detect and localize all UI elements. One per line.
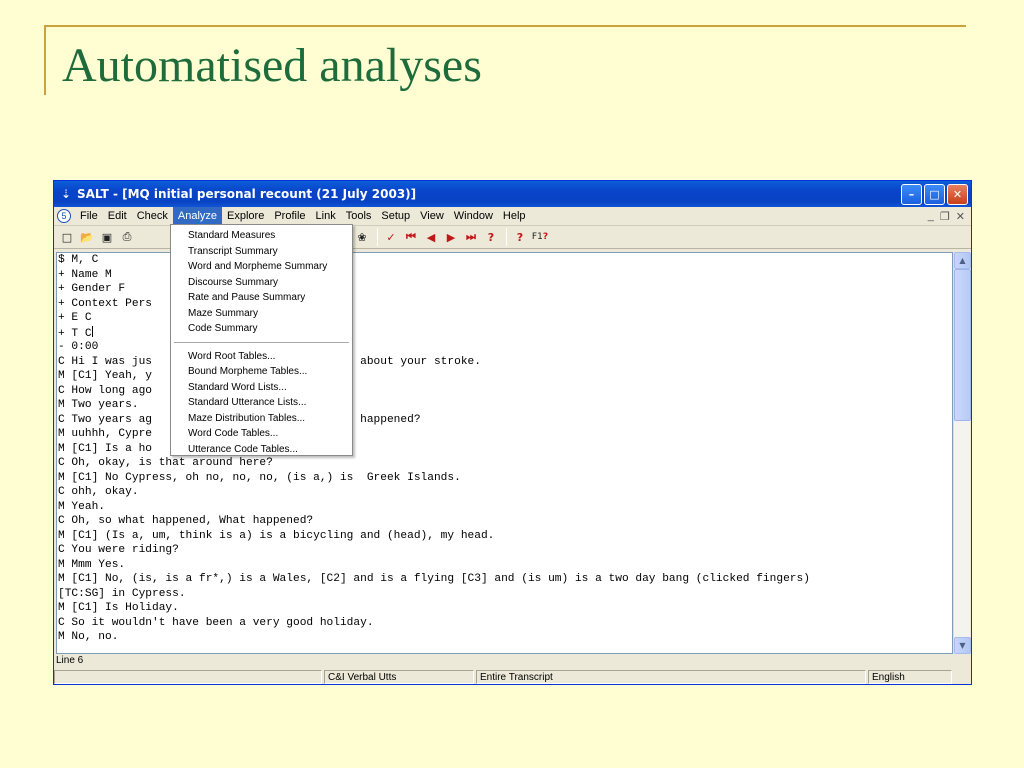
analyze-dropdown-menu: Standard Measures Transcript Summary Wor…: [170, 224, 353, 456]
menu-check[interactable]: Check: [132, 207, 173, 225]
transcript-line: M [C1] Is Holiday.: [58, 602, 179, 614]
slide-title: Automatised analyses: [62, 39, 482, 92]
transcript-line: M [C1] No, (is, is a fr*,) is a Wales, […: [58, 573, 810, 585]
scroll-up-icon[interactable]: ▲: [954, 252, 971, 269]
vertical-scrollbar[interactable]: ▲ ▼: [953, 252, 971, 654]
menu-item-word-root-tables[interactable]: Word Root Tables...: [171, 349, 352, 365]
line-status: Line 6: [56, 655, 84, 666]
window-title: SALT - [MQ initial personal recount (21 …: [77, 187, 417, 201]
menu-item-discourse-summary[interactable]: Discourse Summary: [171, 275, 352, 291]
close-button[interactable]: ✕: [947, 183, 968, 205]
menu-window[interactable]: Window: [449, 207, 498, 225]
status-cell-empty: [54, 670, 322, 684]
slide-left-rule: [44, 25, 46, 95]
text-caret: [91, 325, 93, 337]
menu-edit[interactable]: Edit: [103, 207, 132, 225]
status-bar: C&I Verbal Utts Entire Transcript Englis…: [54, 669, 971, 684]
menu-item-maze-summary[interactable]: Maze Summary: [171, 306, 352, 322]
menu-view[interactable]: View: [415, 207, 449, 225]
menu-separator: [174, 341, 349, 343]
menu-item-bound-morpheme-tables[interactable]: Bound Morpheme Tables...: [171, 364, 352, 380]
first-error-icon[interactable]: ⏮: [402, 228, 420, 246]
menu-profile[interactable]: Profile: [269, 207, 310, 225]
transcript-line: M Yeah.: [58, 500, 105, 513]
mdi-minimize-icon[interactable]: _: [928, 210, 934, 223]
context-help-icon[interactable]: F1?: [531, 228, 549, 246]
transcript-line: M [C1] (Is a, um, think is a) is a bicyc…: [58, 529, 495, 542]
menu-file[interactable]: File: [75, 207, 103, 225]
menu-setup[interactable]: Setup: [376, 207, 415, 225]
transcript-line: C Oh, okay, is that around here?: [58, 457, 273, 469]
menu-help[interactable]: Help: [498, 207, 531, 225]
menu-explore[interactable]: Explore: [222, 207, 269, 225]
last-error-icon[interactable]: ⏭: [462, 228, 480, 246]
scroll-down-icon[interactable]: ▼: [954, 637, 971, 654]
title-bar[interactable]: ⇣ SALT - [MQ initial personal recount (2…: [54, 181, 971, 207]
scroll-thumb[interactable]: [954, 269, 971, 421]
maximize-button[interactable]: □: [924, 183, 945, 205]
menu-item-rate-pause-summary[interactable]: Rate and Pause Summary: [171, 290, 352, 306]
check-icon[interactable]: ✓: [382, 228, 400, 246]
menu-item-word-morpheme-summary[interactable]: Word and Morpheme Summary: [171, 259, 352, 275]
transcript-line: C Oh, so what happened, What happened?: [58, 515, 314, 527]
transcript-line: [TC:SG] in Cypress.: [58, 587, 186, 600]
menu-item-code-summary[interactable]: Code Summary: [171, 321, 352, 337]
new-file-icon[interactable]: □: [58, 228, 76, 246]
next-error-icon[interactable]: ▶: [442, 228, 460, 246]
save-icon[interactable]: ▣: [98, 228, 116, 246]
transcript-line: M Mmm Yes.: [58, 558, 126, 571]
mdi-restore-icon[interactable]: ❐: [940, 210, 950, 223]
help-error-icon[interactable]: ?: [482, 228, 500, 246]
document-icon[interactable]: 5: [57, 209, 71, 223]
salt-app-icon[interactable]: ⇣: [59, 187, 73, 201]
transcript-line: M No, no.: [58, 631, 119, 643]
mdi-close-icon[interactable]: ✕: [956, 210, 965, 223]
help-icon[interactable]: ?: [511, 228, 529, 246]
menu-item-standard-measures[interactable]: Standard Measures: [171, 228, 352, 244]
status-utt-type: C&I Verbal Utts: [324, 670, 474, 684]
status-scope: Entire Transcript: [476, 670, 866, 684]
transcript-line-text: + T C: [58, 327, 92, 340]
menu-tools[interactable]: Tools: [341, 207, 377, 225]
bug-icon[interactable]: ❀: [353, 228, 371, 246]
slide-top-rule: [44, 25, 966, 27]
menu-item-word-code-tables[interactable]: Word Code Tables...: [171, 426, 352, 442]
prev-error-icon[interactable]: ◀: [422, 228, 440, 246]
minimize-button[interactable]: –: [901, 183, 922, 205]
transcript-line: C So it wouldn't have been a very good h…: [58, 616, 374, 629]
status-language: English: [868, 670, 952, 684]
menu-item-transcript-summary[interactable]: Transcript Summary: [171, 244, 352, 260]
open-folder-icon[interactable]: 📂: [78, 228, 96, 246]
menu-item-standard-utterance-lists[interactable]: Standard Utterance Lists...: [171, 395, 352, 411]
menu-item-utterance-code-tables[interactable]: Utterance Code Tables...: [171, 442, 352, 458]
transcript-line: C You were riding?: [58, 544, 179, 556]
transcript-line: M [C1] No Cypress, oh no, no, no, (is a,…: [58, 471, 461, 484]
transcript-line: C ohh, okay.: [58, 486, 139, 498]
print-icon[interactable]: ⎙: [118, 228, 136, 246]
menu-link[interactable]: Link: [311, 207, 341, 225]
menu-item-maze-distribution-tables[interactable]: Maze Distribution Tables...: [171, 411, 352, 427]
menu-item-standard-word-lists[interactable]: Standard Word Lists...: [171, 380, 352, 396]
menu-analyze[interactable]: Analyze: [172, 207, 223, 225]
